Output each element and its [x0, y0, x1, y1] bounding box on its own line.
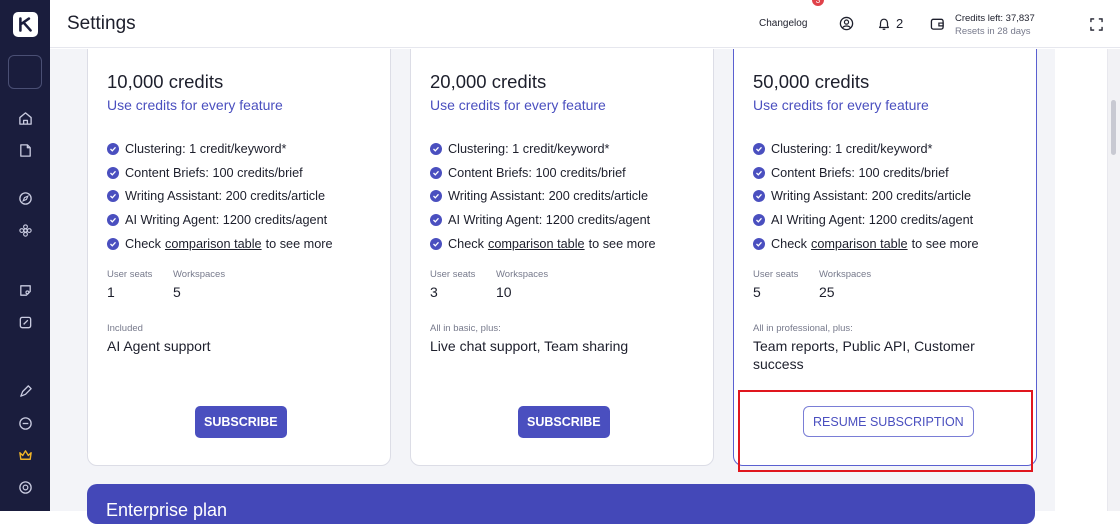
ai-icon[interactable] [17, 415, 33, 431]
credits-left: Credits left: 37,837 [955, 13, 1035, 24]
feature-item: AI Writing Agent: 1200 credits/agent [753, 208, 979, 232]
feature-item: Check comparison table to see more [107, 232, 333, 256]
feature-item: Content Briefs: 100 credits/brief [430, 161, 656, 185]
home-icon[interactable] [17, 110, 33, 126]
feature-item: Clustering: 1 credit/keyword* [107, 137, 333, 161]
feature-item: Clustering: 1 credit/keyword* [430, 137, 656, 161]
user-seats-label: User seats [753, 269, 799, 280]
plan-title: 50,000 credits [753, 71, 870, 92]
feature-item: Writing Assistant: 200 credits/article [430, 185, 656, 209]
included-value: AI Agent support [107, 338, 211, 354]
included-label: All in basic, plus: [430, 323, 501, 334]
check-icon [107, 190, 119, 203]
subscribe-button[interactable]: SUBSCRIBE [518, 406, 610, 438]
feature-item: Writing Assistant: 200 credits/article [107, 185, 333, 209]
included-label: All in professional, plus: [753, 323, 853, 334]
comparison-table-link[interactable]: comparison table [165, 237, 262, 251]
feature-item: Content Briefs: 100 credits/brief [753, 161, 979, 185]
user-seats-label: User seats [430, 269, 476, 280]
included-value: Team reports, Public API, Customer succe… [753, 338, 975, 372]
flower-icon[interactable] [17, 222, 33, 238]
feature-item: Check comparison table to see more [430, 232, 656, 256]
logo-icon [19, 17, 32, 32]
comparison-table-link[interactable]: comparison table [811, 237, 908, 251]
user-seats-label: User seats [107, 269, 153, 280]
document-icon[interactable] [17, 142, 33, 158]
plan-card-50000: 50,000 credits Use credits for every fea… [733, 49, 1037, 466]
plan-subtitle: Use credits for every feature [753, 97, 929, 113]
user-seats-value: 1 [107, 284, 115, 300]
subscribe-button[interactable]: SUBSCRIBE [195, 406, 287, 438]
workspaces-value: 5 [173, 284, 181, 300]
plan-title: 10,000 credits [107, 71, 224, 92]
check-icon [753, 142, 765, 155]
notification-count: 2 [896, 16, 904, 31]
check-icon [107, 166, 119, 179]
check-icon [753, 214, 765, 227]
check-icon [430, 190, 442, 203]
expand-icon[interactable] [1090, 18, 1103, 31]
user-seats-value: 5 [753, 284, 761, 300]
feature-item: Check comparison table to see more [753, 232, 979, 256]
pen-icon[interactable] [17, 383, 33, 399]
top-bar: Settings Changelog 3 2 Credits left: 37,… [50, 0, 1120, 48]
check-icon [107, 214, 119, 227]
check-icon [753, 238, 765, 251]
changelog-link[interactable]: Changelog [759, 18, 807, 29]
workspace-switcher[interactable] [8, 55, 42, 89]
comparison-table-link[interactable]: comparison table [488, 237, 585, 251]
check-icon [430, 214, 442, 227]
changelog-badge: 3 [812, 0, 824, 6]
wallet-icon [930, 18, 944, 30]
workspaces-value: 25 [819, 284, 835, 300]
feature-item: AI Writing Agent: 1200 credits/agent [430, 208, 656, 232]
feature-item: Writing Assistant: 200 credits/article [753, 185, 979, 209]
user-seats-value: 3 [430, 284, 438, 300]
scrollbar-thumb[interactable] [1111, 100, 1116, 155]
edit-icon[interactable] [17, 314, 33, 330]
workspaces-label: Workspaces [819, 269, 872, 280]
workspaces-label: Workspaces [496, 269, 549, 280]
feature-list: Clustering: 1 credit/keyword* Content Br… [753, 137, 979, 256]
included-label: Included [107, 323, 143, 334]
compass-icon[interactable] [17, 190, 33, 206]
support-icon[interactable] [17, 479, 33, 495]
resume-subscription-button[interactable]: RESUME SUBSCRIPTION [803, 406, 974, 437]
check-icon [430, 166, 442, 179]
crown-icon[interactable] [17, 447, 33, 463]
settings-content: 10,000 credits Use credits for every fea… [50, 49, 1055, 511]
feature-item: Clustering: 1 credit/keyword* [753, 137, 979, 161]
workspaces-value: 10 [496, 284, 512, 300]
check-icon [753, 190, 765, 203]
plan-card-20000: 20,000 credits Use credits for every fea… [410, 49, 714, 466]
feature-item: Content Briefs: 100 credits/brief [107, 161, 333, 185]
plan-title: 20,000 credits [430, 71, 547, 92]
plan-subtitle: Use credits for every feature [430, 97, 606, 113]
check-icon [753, 166, 765, 179]
bell-icon[interactable] [877, 17, 891, 31]
plan-card-10000: 10,000 credits Use credits for every fea… [87, 49, 391, 466]
feature-item: AI Writing Agent: 1200 credits/agent [107, 208, 333, 232]
enterprise-plan-card: Enterprise plan [87, 484, 1035, 524]
check-icon [107, 142, 119, 155]
credits-reset: Resets in 28 days [955, 26, 1031, 37]
user-icon[interactable] [839, 16, 854, 31]
check-icon [430, 238, 442, 251]
check-icon [107, 238, 119, 251]
workspaces-label: Workspaces [173, 269, 226, 280]
page-title: Settings [67, 13, 136, 34]
sidebar [0, 0, 50, 511]
included-value: Live chat support, Team sharing [430, 338, 629, 354]
check-icon [430, 142, 442, 155]
app-logo[interactable] [13, 12, 38, 37]
plan-subtitle: Use credits for every feature [107, 97, 283, 113]
feature-list: Clustering: 1 credit/keyword* Content Br… [430, 137, 656, 256]
feature-list: Clustering: 1 credit/keyword* Content Br… [107, 137, 333, 256]
tag-icon[interactable] [17, 282, 33, 298]
